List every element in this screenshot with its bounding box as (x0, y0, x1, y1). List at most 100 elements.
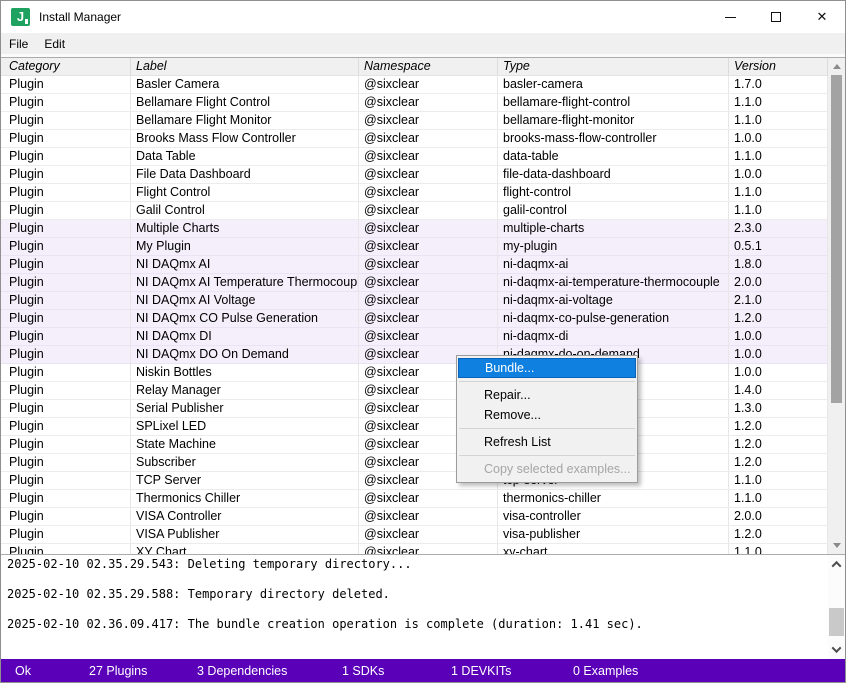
cell-version: 1.1.0 (729, 544, 828, 554)
cell-label: NI DAQmx AI Temperature Thermocouple (131, 274, 359, 291)
cell-version: 1.0.0 (729, 166, 828, 183)
table-row[interactable]: PluginBellamare Flight Monitor@sixclearb… (1, 112, 828, 130)
table-row[interactable]: PluginNI DAQmx DO On Demand@sixclearni-d… (1, 346, 828, 364)
cell-namespace: @sixclear (359, 202, 498, 219)
table-row[interactable]: PluginBellamare Flight Control@sixclearb… (1, 94, 828, 112)
cell-type: ni-daqmx-ai-voltage (498, 292, 729, 309)
table-row[interactable]: PluginFile Data Dashboard@sixclearfile-d… (1, 166, 828, 184)
cell-type: basler-camera (498, 76, 729, 93)
cell-namespace: @sixclear (359, 310, 498, 327)
cell-version: 1.7.0 (729, 76, 828, 93)
cell-namespace: @sixclear (359, 148, 498, 165)
table-row[interactable]: PluginBrooks Mass Flow Controller@sixcle… (1, 130, 828, 148)
triangle-down-icon (833, 543, 841, 548)
cell-version: 1.1.0 (729, 472, 828, 489)
cell-version: 2.3.0 (729, 220, 828, 237)
table-row[interactable]: PluginBasler Camera@sixclearbasler-camer… (1, 76, 828, 94)
cell-version: 1.4.0 (729, 382, 828, 399)
column-header-type[interactable]: Type (498, 58, 729, 75)
cell-category: Plugin (1, 310, 131, 327)
log-scrollbar[interactable] (828, 555, 845, 659)
cell-category: Plugin (1, 382, 131, 399)
table-row[interactable]: PluginState Machine@sixclearstate-machin… (1, 436, 828, 454)
cell-version: 1.2.0 (729, 454, 828, 471)
column-header-category[interactable]: Category (1, 58, 131, 75)
table-row[interactable]: PluginNI DAQmx AI Voltage@sixclearni-daq… (1, 292, 828, 310)
column-header-label[interactable]: Label (131, 58, 359, 75)
table-row[interactable]: PluginVISA Controller@sixclearvisa-contr… (1, 508, 828, 526)
cell-category: Plugin (1, 418, 131, 435)
cell-category: Plugin (1, 292, 131, 309)
table-row[interactable]: PluginFlight Control@sixclearflight-cont… (1, 184, 828, 202)
menu-item-remove[interactable]: Remove... (458, 405, 636, 425)
menu-item-bundle[interactable]: Bundle... (458, 358, 636, 378)
cell-label: VISA Controller (131, 508, 359, 525)
table-row[interactable]: PluginNiskin Bottles@sixclearniskin-bott… (1, 364, 828, 382)
minimize-button[interactable] (707, 1, 753, 33)
cell-label: NI DAQmx DI (131, 328, 359, 345)
table-scrollbar-thumb[interactable] (831, 75, 842, 403)
table-row[interactable]: PluginThermonics Chiller@sixclearthermon… (1, 490, 828, 508)
menu-separator (459, 428, 635, 429)
table-row[interactable]: PluginNI DAQmx DI@sixclearni-daqmx-di1.0… (1, 328, 828, 346)
column-header-version[interactable]: Version (729, 58, 828, 75)
table-row[interactable]: PluginSubscriber@sixclearsubscriber1.2.0 (1, 454, 828, 472)
log-panel: 2025-02-10 02.35.29.543: Deleting tempor… (1, 554, 845, 659)
table-row[interactable]: PluginVISA Publisher@sixclearvisa-publis… (1, 526, 828, 544)
table-row[interactable]: PluginXY Chart@sixclearxy-chart1.1.0 (1, 544, 828, 554)
cell-category: Plugin (1, 508, 131, 525)
menu-edit[interactable]: Edit (36, 33, 73, 54)
table-row[interactable]: PluginSerial Publisher@sixclearserial-pu… (1, 400, 828, 418)
cell-type: brooks-mass-flow-controller (498, 130, 729, 147)
cell-namespace: @sixclear (359, 238, 498, 255)
cell-category: Plugin (1, 148, 131, 165)
table-row[interactable]: PluginData Table@sixcleardata-table1.1.0 (1, 148, 828, 166)
scroll-up-arrow[interactable] (828, 58, 845, 75)
table-row[interactable]: PluginMy Plugin@sixclearmy-plugin0.5.1 (1, 238, 828, 256)
cell-label: Thermonics Chiller (131, 490, 359, 507)
maximize-button[interactable] (753, 1, 799, 33)
table-row[interactable]: PluginNI DAQmx AI@sixclearni-daqmx-ai1.8… (1, 256, 828, 274)
column-header-namespace[interactable]: Namespace (359, 58, 498, 75)
log-scroll-down-arrow[interactable] (828, 641, 845, 658)
status-dependencies-count: 3 Dependencies (197, 664, 287, 678)
window-controls: ✕ (707, 1, 845, 33)
cell-namespace: @sixclear (359, 274, 498, 291)
log-line: 2025-02-10 02.35.29.543: Deleting tempor… (7, 555, 828, 579)
cell-namespace: @sixclear (359, 292, 498, 309)
cell-label: State Machine (131, 436, 359, 453)
table-row[interactable]: PluginMultiple Charts@sixclearmultiple-c… (1, 220, 828, 238)
table-row[interactable]: PluginNI DAQmx AI Temperature Thermocoup… (1, 274, 828, 292)
cell-version: 1.1.0 (729, 184, 828, 201)
cell-category: Plugin (1, 202, 131, 219)
install-manager-window: J Install Manager ✕ File Edit Category L… (0, 0, 846, 683)
close-button[interactable]: ✕ (799, 1, 845, 33)
cell-type: ni-daqmx-co-pulse-generation (498, 310, 729, 327)
table-row[interactable]: PluginSPLixel LED@sixclearsplixel-led1.2… (1, 418, 828, 436)
log-text[interactable]: 2025-02-10 02.35.29.543: Deleting tempor… (1, 555, 828, 659)
menu-item-repair[interactable]: Repair... (458, 385, 636, 405)
menu-file[interactable]: File (1, 33, 36, 54)
cell-version: 2.0.0 (729, 508, 828, 525)
table-row[interactable]: PluginGalil Control@sixcleargalil-contro… (1, 202, 828, 220)
cell-type: xy-chart (498, 544, 729, 554)
cell-namespace: @sixclear (359, 544, 498, 554)
cell-namespace: @sixclear (359, 508, 498, 525)
menu-item-refresh-list[interactable]: Refresh List (458, 432, 636, 452)
cell-label: NI DAQmx AI (131, 256, 359, 273)
table-row[interactable]: PluginTCP Server@sixcleartcp-server1.1.0 (1, 472, 828, 490)
cell-version: 1.0.0 (729, 364, 828, 381)
cell-label: Multiple Charts (131, 220, 359, 237)
cell-category: Plugin (1, 472, 131, 489)
cell-version: 0.5.1 (729, 238, 828, 255)
table-row[interactable]: PluginNI DAQmx CO Pulse Generation@sixcl… (1, 310, 828, 328)
table-row[interactable]: PluginRelay Manager@sixclearrelay-manage… (1, 382, 828, 400)
log-scrollbar-thumb[interactable] (829, 608, 844, 636)
minimize-icon (725, 17, 736, 18)
scroll-down-arrow[interactable] (828, 537, 845, 554)
cell-version: 1.1.0 (729, 490, 828, 507)
log-scroll-up-arrow[interactable] (828, 556, 845, 573)
menu-bar: File Edit (1, 33, 845, 54)
cell-category: Plugin (1, 274, 131, 291)
table-scrollbar[interactable] (828, 58, 845, 554)
